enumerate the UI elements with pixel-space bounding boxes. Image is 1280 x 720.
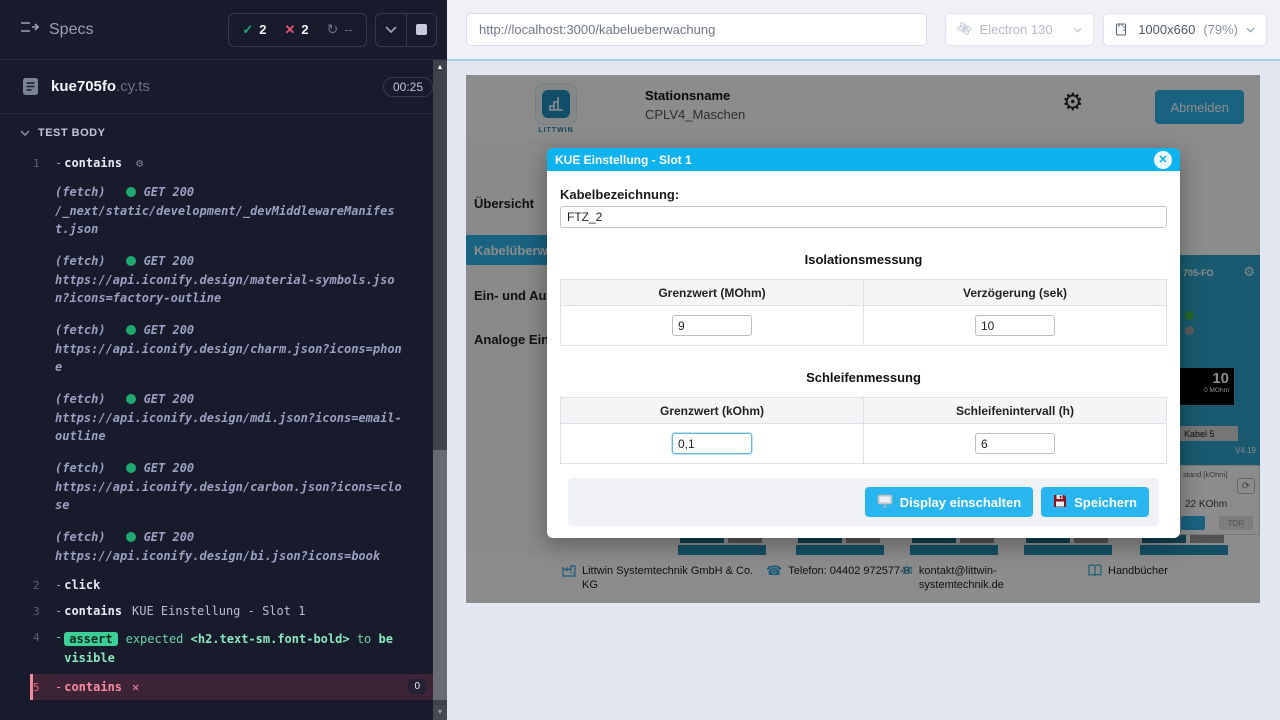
- spec-name: kue705fo: [51, 78, 116, 95]
- reporter-header: Specs ✓2 ✕2 ↻--: [0, 0, 447, 60]
- status-ok-dot: [126, 463, 136, 473]
- chevron-down-icon: [1246, 27, 1255, 33]
- aut-stage: LITTWIN Stationsname CPLV4_Maschen ⚙ Abm…: [447, 61, 1280, 720]
- command-row-assert[interactable]: 4 - assertexpected <h2.text-sm.font-bold…: [33, 624, 433, 674]
- loop-col1-header: Grenzwert (kOhm): [561, 398, 864, 424]
- cross-icon: ✕: [284, 22, 295, 38]
- close-icon[interactable]: ✕: [1154, 151, 1172, 169]
- check-icon: ✓: [242, 22, 253, 38]
- run-controls: [375, 13, 437, 47]
- stat-passed[interactable]: ✓2: [235, 22, 273, 38]
- iso-delay-input[interactable]: [975, 315, 1055, 336]
- ruler-icon: [1115, 21, 1130, 39]
- browser-select[interactable]: Electron 130: [945, 13, 1095, 46]
- chevron-down-icon: [20, 130, 30, 136]
- status-ok-dot: [126, 187, 136, 197]
- status-ok-dot: [126, 325, 136, 335]
- document-icon: [22, 77, 39, 96]
- pending-icon: ↻: [327, 21, 339, 38]
- spec-file-row[interactable]: kue705fo .cy.ts 00:25: [0, 60, 447, 114]
- test-body-label: TEST BODY: [38, 127, 105, 139]
- chevron-down-icon: [385, 26, 397, 33]
- kue-settings-modal: KUE Einstellung - Slot 1 ✕ Kabelbezeichn…: [547, 148, 1180, 538]
- status-ok-dot: [126, 394, 136, 404]
- cable-name-input[interactable]: [560, 206, 1167, 228]
- spec-timer: 00:25: [383, 77, 433, 97]
- assert-selector: <h2.text-sm.font-bold>: [191, 632, 350, 646]
- test-body-toggle[interactable]: TEST BODY: [0, 118, 447, 148]
- floppy-disk-icon: [1053, 494, 1067, 511]
- display-on-button[interactable]: Display einschalten: [865, 487, 1033, 517]
- aut-region: Electron 130 1000x660 (79%) LITTWI: [447, 0, 1280, 720]
- loop-interval-input[interactable]: [975, 433, 1055, 454]
- url-input[interactable]: [466, 13, 927, 46]
- assert-badge: assert: [64, 632, 117, 646]
- iso-col1-header: Grenzwert (MOhm): [561, 280, 864, 306]
- aut-toolbar: Electron 130 1000x660 (79%): [447, 0, 1280, 61]
- modal-footer: Display einschalten Speichern: [568, 478, 1159, 526]
- options-gear-icon: ⚙: [136, 156, 143, 170]
- modal-body: Kabelbezeichnung: Isolationsmessung Gren…: [547, 171, 1180, 526]
- scroll-down-arrow-icon[interactable]: ▼: [433, 705, 447, 720]
- command-row-click[interactable]: 2 - click: [33, 572, 433, 598]
- stop-icon: [416, 24, 427, 35]
- specs-button[interactable]: Specs: [20, 20, 93, 39]
- modal-header: KUE Einstellung - Slot 1 ✕: [547, 148, 1180, 171]
- test-stats: ✓2 ✕2 ↻--: [228, 13, 367, 47]
- isolation-table: Grenzwert (MOhm) Verzögerung (sek): [560, 279, 1167, 346]
- fetch-log-entry[interactable]: (fetch)GET 200 https://api.iconify.desig…: [33, 245, 433, 314]
- scrollbar-thumb[interactable]: [433, 450, 447, 700]
- screen: Specs ✓2 ✕2 ↻-- kue705fo .cy.ts 00:25: [0, 0, 1280, 720]
- loop-heading: Schleifenmessung: [560, 370, 1167, 385]
- monitor-icon: [877, 494, 893, 511]
- cable-name-label: Kabelbezeichnung:: [560, 187, 1167, 202]
- iso-limit-input[interactable]: [672, 315, 752, 336]
- fetch-log-entry[interactable]: (fetch)GET 200 https://api.iconify.desig…: [33, 521, 433, 572]
- status-ok-dot: [126, 256, 136, 266]
- reporter-scrollbar[interactable]: ▲ ▼: [433, 60, 447, 720]
- chevron-down-icon: [1073, 27, 1082, 33]
- command-row-contains-failed[interactable]: 5 - contains ✕ 0: [30, 674, 433, 700]
- electron-icon: [957, 21, 972, 39]
- collapse-button[interactable]: [376, 14, 406, 46]
- isolation-heading: Isolationsmessung: [560, 252, 1167, 267]
- loop-col2-header: Schleifenintervall (h): [864, 398, 1167, 424]
- save-button[interactable]: Speichern: [1041, 487, 1149, 517]
- retry-count-badge: 0: [408, 679, 426, 694]
- command-row-contains-3[interactable]: 3 - contains KUE Einstellung - Slot 1: [33, 598, 433, 624]
- command-log: 1 - contains ⚙ (fetch)GET 200 /_next/sta…: [33, 150, 433, 700]
- modal-title: KUE Einstellung - Slot 1: [555, 153, 692, 167]
- loop-table: Grenzwert (kOhm) Schleifenintervall (h): [560, 397, 1167, 464]
- specs-label: Specs: [49, 21, 93, 39]
- spec-extension: .cy.ts: [116, 78, 150, 95]
- kue-app: LITTWIN Stationsname CPLV4_Maschen ⚙ Abm…: [466, 75, 1260, 603]
- stat-failed[interactable]: ✕2: [277, 22, 315, 38]
- fetch-log-entry[interactable]: (fetch)GET 200 /_next/static/development…: [33, 176, 433, 245]
- loop-limit-input[interactable]: [672, 433, 752, 454]
- fail-cross-icon: ✕: [132, 680, 139, 694]
- command-row-contains-1[interactable]: 1 - contains ⚙: [33, 150, 433, 176]
- specs-list-icon: [20, 20, 39, 39]
- status-ok-dot: [126, 532, 136, 542]
- command-param: KUE Einstellung - Slot 1: [132, 604, 305, 618]
- viewport-select[interactable]: 1000x660 (79%): [1103, 13, 1267, 46]
- scroll-up-arrow-icon[interactable]: ▲: [433, 60, 447, 75]
- stat-pending[interactable]: ↻--: [320, 21, 360, 38]
- fetch-log-entry[interactable]: (fetch)GET 200 https://api.iconify.desig…: [33, 314, 433, 383]
- stop-button[interactable]: [406, 14, 436, 46]
- cypress-reporter-panel: Specs ✓2 ✕2 ↻-- kue705fo .cy.ts 00:25: [0, 0, 447, 720]
- fetch-log-entry[interactable]: (fetch)GET 200 https://api.iconify.desig…: [33, 383, 433, 452]
- fetch-log-entry[interactable]: (fetch)GET 200 https://api.iconify.desig…: [33, 452, 433, 521]
- iso-col2-header: Verzögerung (sek): [864, 280, 1167, 306]
